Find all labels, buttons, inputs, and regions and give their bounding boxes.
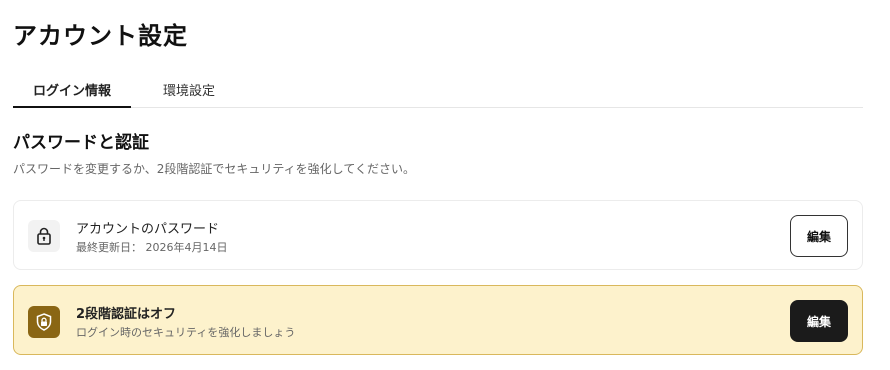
tab-login-info[interactable]: ログイン情報 (13, 76, 131, 108)
section-title: パスワードと認証 (13, 133, 149, 153)
page-title: アカウント設定 (13, 22, 188, 50)
two-factor-status: 2段階認証はオフ (76, 307, 177, 322)
tab-bar: ログイン情報 環境設定 (13, 76, 863, 108)
password-last-updated: 最終更新日： 2026年4月14日 (76, 241, 228, 254)
shield-lock-icon (28, 306, 60, 338)
lock-icon (28, 220, 60, 252)
password-card: アカウントのパスワード 最終更新日： 2026年4月14日 編集 (13, 200, 863, 270)
edit-two-factor-button[interactable]: 編集 (790, 300, 848, 342)
edit-password-button[interactable]: 編集 (790, 215, 848, 257)
two-factor-card: 2段階認証はオフ ログイン時のセキュリティを強化しましょう 編集 (13, 285, 863, 355)
two-factor-hint: ログイン時のセキュリティを強化しましょう (76, 326, 296, 339)
tab-preferences[interactable]: 環境設定 (163, 76, 215, 108)
password-card-title: アカウントのパスワード (76, 222, 220, 237)
section-description: パスワードを変更するか、2段階認証でセキュリティを強化してください。 (13, 162, 415, 176)
